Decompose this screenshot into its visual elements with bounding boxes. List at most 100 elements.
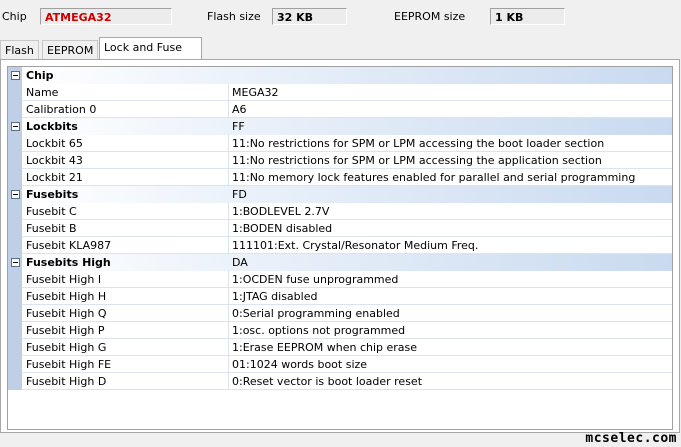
tab-eeprom[interactable]: EEPROM — [42, 40, 98, 59]
row-gutter — [8, 220, 22, 237]
row-gutter — [8, 237, 22, 254]
row-gutter — [8, 322, 22, 339]
column-splitter — [228, 84, 229, 100]
category-name: Chip — [26, 69, 54, 82]
column-splitter — [228, 339, 229, 355]
eeprom-size-label: EEPROM size — [394, 10, 466, 23]
property-name: Lockbit 65 — [26, 137, 83, 150]
property-value[interactable]: 111101:Ext. Crystal/Resonator Medium Fre… — [232, 237, 478, 254]
collapse-minus-icon[interactable] — [11, 190, 20, 199]
property-row[interactable]: Fusebit B 1:BODEN disabled — [8, 220, 672, 237]
column-splitter — [228, 237, 229, 253]
column-splitter — [228, 271, 229, 287]
property-value[interactable]: FF — [232, 118, 245, 135]
property-row[interactable]: Lockbit 43 11:No restrictions for SPM or … — [8, 152, 672, 169]
category-band — [22, 67, 672, 84]
property-value[interactable]: 11:No restrictions for SPM or LPM access… — [232, 152, 602, 169]
property-row[interactable]: Fusebit High Q 0:Serial programming enabl… — [8, 305, 672, 322]
property-name: Fusebit High G — [26, 341, 107, 354]
property-value[interactable]: 1:JTAG disabled — [232, 288, 317, 305]
column-splitter — [228, 152, 229, 168]
chip-label: Chip — [2, 10, 27, 23]
chip-value: ATMEGA32 — [45, 11, 112, 24]
property-name: Fusebit High FE — [26, 358, 112, 371]
row-gutter — [8, 101, 22, 118]
property-row[interactable]: Calibration 0 A6 — [8, 101, 672, 118]
property-value[interactable]: DA — [232, 254, 248, 271]
property-row[interactable]: Fusebit High P 1:osc. options not program… — [8, 322, 672, 339]
property-value[interactable]: 01:1024 words boot size — [232, 356, 367, 373]
column-splitter — [228, 203, 229, 219]
property-name: Lockbit 43 — [26, 154, 83, 167]
category-row[interactable]: Fusebits FD — [8, 186, 672, 203]
property-grid[interactable]: Chip Name MEGA32 Calibration 0 A6 Lockbits FF L… — [7, 66, 673, 430]
category-name: Fusebits — [26, 188, 79, 201]
category-band — [22, 186, 672, 203]
tab-flash[interactable]: Flash — [0, 40, 39, 59]
row-gutter — [8, 305, 22, 322]
tab-strip: Flash EEPROM Lock and Fuse bits — [0, 37, 681, 74]
row-gutter — [8, 152, 22, 169]
property-name: Fusebit High I — [26, 273, 102, 286]
row-gutter — [8, 271, 22, 288]
row-gutter — [8, 339, 22, 356]
row-gutter — [8, 203, 22, 220]
category-name: Fusebits High — [26, 256, 111, 269]
property-name: Calibration 0 — [26, 103, 97, 116]
property-row[interactable]: Name MEGA32 — [8, 84, 672, 101]
collapse-minus-icon[interactable] — [11, 122, 20, 131]
property-name: Name — [26, 86, 59, 99]
chip-field: ATMEGA32 — [40, 8, 172, 25]
category-row[interactable]: Chip — [8, 67, 672, 84]
property-name: Fusebit High D — [26, 375, 107, 388]
property-value[interactable]: FD — [232, 186, 247, 203]
chip-info-bar: Chip ATMEGA32 Flash size 32 KB EEPROM si… — [0, 0, 681, 36]
tab-lock-and-fuse-bits[interactable]: Lock and Fuse bits — [99, 37, 202, 74]
column-splitter — [228, 288, 229, 304]
property-value[interactable]: 1:BODLEVEL 2.7V — [232, 203, 329, 220]
column-splitter — [228, 220, 229, 236]
collapse-minus-icon[interactable] — [11, 71, 20, 80]
property-value[interactable]: 0:Reset vector is boot loader reset — [232, 373, 422, 390]
property-value[interactable]: 11:No restrictions for SPM or LPM access… — [232, 135, 604, 152]
property-name: Fusebit High H — [26, 290, 107, 303]
property-value[interactable]: 0:Serial programming enabled — [232, 305, 400, 322]
tab-panel: Chip Name MEGA32 Calibration 0 A6 Lockbits FF L… — [0, 59, 680, 433]
property-row[interactable]: Lockbit 65 11:No restrictions for SPM or … — [8, 135, 672, 152]
watermark: mcselec.com — [585, 431, 677, 446]
collapse-minus-icon[interactable] — [11, 258, 20, 267]
property-row[interactable]: Fusebit High G 1:Erase EEPROM when chip e… — [8, 339, 672, 356]
property-value[interactable]: 1:OCDEN fuse unprogrammed — [232, 271, 398, 288]
property-row[interactable]: Fusebit High I 1:OCDEN fuse unprogrammed — [8, 271, 672, 288]
property-name: Fusebit KLA987 — [26, 239, 112, 252]
row-gutter — [8, 84, 22, 101]
column-splitter — [228, 356, 229, 372]
row-gutter — [8, 135, 22, 152]
property-row[interactable]: Fusebit KLA987 111101:Ext. Crystal/Resona… — [8, 237, 672, 254]
tab-eeprom-label: EEPROM — [47, 44, 94, 57]
property-value[interactable]: 1:BODEN disabled — [232, 220, 332, 237]
row-gutter — [8, 373, 22, 390]
category-row[interactable]: Lockbits FF — [8, 118, 672, 135]
property-value[interactable]: 1:osc. options not programmed — [232, 322, 405, 339]
property-value[interactable]: A6 — [232, 101, 247, 118]
property-name: Fusebit High Q — [26, 307, 107, 320]
property-value[interactable]: MEGA32 — [232, 84, 279, 101]
flash-size-field: 32 KB — [272, 8, 347, 25]
property-value[interactable]: 11:No memory lock features enabled for p… — [232, 169, 635, 186]
column-splitter — [228, 169, 229, 185]
property-row[interactable]: Fusebit High H 1:JTAG disabled — [8, 288, 672, 305]
category-row[interactable]: Fusebits High DA — [8, 254, 672, 271]
row-gutter — [8, 356, 22, 373]
tab-flash-label: Flash — [5, 44, 34, 57]
eeprom-size-field: 1 KB — [490, 8, 565, 25]
property-row[interactable]: Fusebit High D 0:Reset vector is boot loa… — [8, 373, 672, 390]
property-row[interactable]: Fusebit C 1:BODLEVEL 2.7V — [8, 203, 672, 220]
category-band — [22, 118, 672, 135]
flash-size-value: 32 KB — [277, 11, 314, 24]
row-gutter — [8, 169, 22, 186]
property-row[interactable]: Fusebit High FE 01:1024 words boot size — [8, 356, 672, 373]
property-name: Fusebit C — [26, 205, 77, 218]
property-value[interactable]: 1:Erase EEPROM when chip erase — [232, 339, 417, 356]
property-row[interactable]: Lockbit 21 11:No memory lock features ena… — [8, 169, 672, 186]
